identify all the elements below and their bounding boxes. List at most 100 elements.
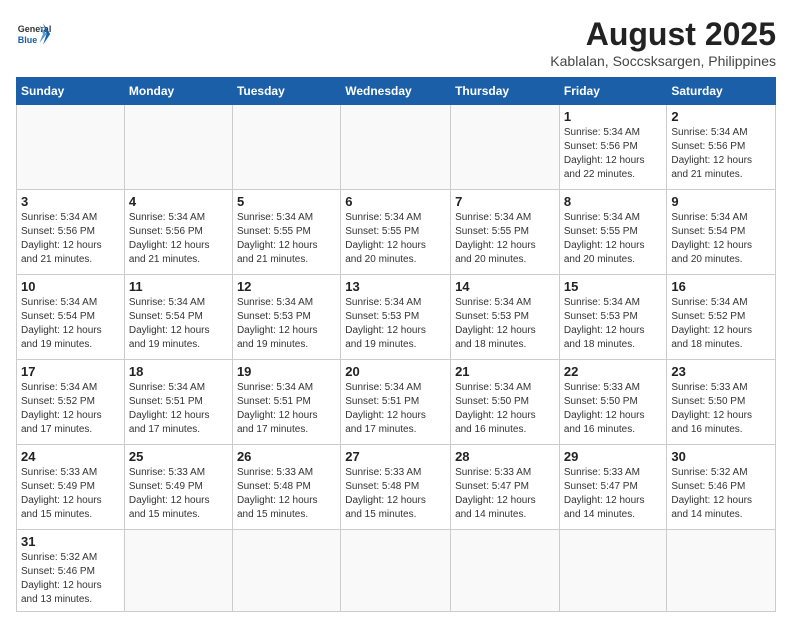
calendar-cell: 1Sunrise: 5:34 AM Sunset: 5:56 PM Daylig… bbox=[559, 105, 667, 190]
day-info: Sunrise: 5:34 AM Sunset: 5:52 PM Dayligh… bbox=[671, 296, 771, 352]
day-number: 24 bbox=[21, 449, 120, 464]
day-info: Sunrise: 5:34 AM Sunset: 5:55 PM Dayligh… bbox=[345, 211, 446, 267]
calendar-cell: 11 Sunrise: 5:34 AM Sunset: 5:54 PM Dayli… bbox=[124, 275, 232, 360]
day-info: Sunrise: 5:32 AM Sunset: 5:46 PM Dayligh… bbox=[671, 466, 771, 522]
calendar-cell: 3Sunrise: 5:34 AM Sunset: 5:56 PM Daylig… bbox=[17, 190, 125, 275]
day-info: Sunrise: 5:33 AM Sunset: 5:47 PM Dayligh… bbox=[564, 466, 663, 522]
svg-text:Blue: Blue bbox=[18, 35, 38, 45]
day-number: 21 bbox=[455, 364, 555, 379]
calendar-cell: 23Sunrise: 5:33 AM Sunset: 5:50 PM Dayli… bbox=[667, 360, 776, 445]
calendar-cell: 19 Sunrise: 5:34 AM Sunset: 5:51 PM Dayli… bbox=[232, 360, 340, 445]
day-number: 25 bbox=[129, 449, 228, 464]
day-info: Sunrise: 5:34 AM Sunset: 5:53 PM Dayligh… bbox=[345, 296, 446, 352]
day-number: 4 bbox=[129, 194, 228, 209]
calendar-cell: 9Sunrise: 5:34 AM Sunset: 5:54 PM Daylig… bbox=[667, 190, 776, 275]
calendar-cell: 15 Sunrise: 5:34 AM Sunset: 5:53 PM Dayli… bbox=[559, 275, 667, 360]
day-number: 6 bbox=[345, 194, 446, 209]
day-info: Sunrise: 5:34 AM Sunset: 5:53 PM Dayligh… bbox=[564, 296, 663, 352]
weekday-header-thursday: Thursday bbox=[451, 78, 560, 105]
calendar-cell bbox=[232, 105, 340, 190]
day-number: 16 bbox=[671, 279, 771, 294]
day-number: 31 bbox=[21, 534, 120, 549]
calendar-cell: 16 Sunrise: 5:34 AM Sunset: 5:52 PM Dayli… bbox=[667, 275, 776, 360]
day-info: Sunrise: 5:33 AM Sunset: 5:48 PM Dayligh… bbox=[345, 466, 446, 522]
day-info: Sunrise: 5:34 AM Sunset: 5:50 PM Dayligh… bbox=[455, 381, 555, 437]
calendar-cell: 2Sunrise: 5:34 AM Sunset: 5:56 PM Daylig… bbox=[667, 105, 776, 190]
day-number: 17 bbox=[21, 364, 120, 379]
day-number: 7 bbox=[455, 194, 555, 209]
week-row-1: 1Sunrise: 5:34 AM Sunset: 5:56 PM Daylig… bbox=[17, 105, 776, 190]
day-number: 30 bbox=[671, 449, 771, 464]
week-row-4: 17Sunrise: 5:34 AM Sunset: 5:52 PM Dayli… bbox=[17, 360, 776, 445]
day-number: 19 bbox=[237, 364, 336, 379]
week-row-6: 31 Sunrise: 5:32 AM Sunset: 5:46 PM Dayli… bbox=[17, 530, 776, 612]
calendar-cell: 20 Sunrise: 5:34 AM Sunset: 5:51 PM Dayli… bbox=[341, 360, 451, 445]
calendar-cell: 14Sunrise: 5:34 AM Sunset: 5:53 PM Dayli… bbox=[451, 275, 560, 360]
day-info: Sunrise: 5:34 AM Sunset: 5:53 PM Dayligh… bbox=[455, 296, 555, 352]
day-info: Sunrise: 5:33 AM Sunset: 5:47 PM Dayligh… bbox=[455, 466, 555, 522]
day-info: Sunrise: 5:34 AM Sunset: 5:55 PM Dayligh… bbox=[564, 211, 663, 267]
day-number: 11 bbox=[129, 279, 228, 294]
day-number: 28 bbox=[455, 449, 555, 464]
day-info: Sunrise: 5:33 AM Sunset: 5:49 PM Dayligh… bbox=[129, 466, 228, 522]
day-number: 26 bbox=[237, 449, 336, 464]
calendar-cell bbox=[341, 530, 451, 612]
day-info: Sunrise: 5:34 AM Sunset: 5:51 PM Dayligh… bbox=[345, 381, 446, 437]
calendar-cell: 17Sunrise: 5:34 AM Sunset: 5:52 PM Dayli… bbox=[17, 360, 125, 445]
location-title: Kablalan, Soccsksargen, Philippines bbox=[550, 53, 776, 69]
weekday-header-wednesday: Wednesday bbox=[341, 78, 451, 105]
weekday-header-sunday: Sunday bbox=[17, 78, 125, 105]
calendar-cell: 27 Sunrise: 5:33 AM Sunset: 5:48 PM Dayli… bbox=[341, 445, 451, 530]
day-info: Sunrise: 5:34 AM Sunset: 5:51 PM Dayligh… bbox=[237, 381, 336, 437]
day-info: Sunrise: 5:32 AM Sunset: 5:46 PM Dayligh… bbox=[21, 551, 120, 607]
calendar-cell bbox=[559, 530, 667, 612]
day-number: 5 bbox=[237, 194, 336, 209]
title-section: August 2025 Kablalan, Soccsksargen, Phil… bbox=[550, 16, 776, 69]
calendar-cell bbox=[17, 105, 125, 190]
calendar-cell bbox=[451, 530, 560, 612]
day-number: 18 bbox=[129, 364, 228, 379]
calendar-cell: 12Sunrise: 5:34 AM Sunset: 5:53 PM Dayli… bbox=[232, 275, 340, 360]
day-info: Sunrise: 5:34 AM Sunset: 5:55 PM Dayligh… bbox=[455, 211, 555, 267]
day-info: Sunrise: 5:33 AM Sunset: 5:50 PM Dayligh… bbox=[564, 381, 663, 437]
calendar-cell: 30 Sunrise: 5:32 AM Sunset: 5:46 PM Dayli… bbox=[667, 445, 776, 530]
day-number: 29 bbox=[564, 449, 663, 464]
day-number: 22 bbox=[564, 364, 663, 379]
day-info: Sunrise: 5:34 AM Sunset: 5:51 PM Dayligh… bbox=[129, 381, 228, 437]
weekday-header-saturday: Saturday bbox=[667, 78, 776, 105]
calendar-cell bbox=[232, 530, 340, 612]
week-row-5: 24 Sunrise: 5:33 AM Sunset: 5:49 PM Dayli… bbox=[17, 445, 776, 530]
weekday-header-friday: Friday bbox=[559, 78, 667, 105]
calendar-cell: 29 Sunrise: 5:33 AM Sunset: 5:47 PM Dayli… bbox=[559, 445, 667, 530]
day-number: 20 bbox=[345, 364, 446, 379]
day-info: Sunrise: 5:34 AM Sunset: 5:54 PM Dayligh… bbox=[671, 211, 771, 267]
logo: General Blue bbox=[16, 16, 52, 52]
calendar-cell: 6 Sunrise: 5:34 AM Sunset: 5:55 PM Daylig… bbox=[341, 190, 451, 275]
weekday-header-row: SundayMondayTuesdayWednesdayThursdayFrid… bbox=[17, 78, 776, 105]
day-info: Sunrise: 5:34 AM Sunset: 5:54 PM Dayligh… bbox=[21, 296, 120, 352]
logo-icon: General Blue bbox=[16, 16, 52, 52]
calendar-cell bbox=[451, 105, 560, 190]
page-header: General Blue August 2025 Kablalan, Soccs… bbox=[16, 16, 776, 69]
day-number: 3 bbox=[21, 194, 120, 209]
day-info: Sunrise: 5:34 AM Sunset: 5:54 PM Dayligh… bbox=[129, 296, 228, 352]
week-row-2: 3Sunrise: 5:34 AM Sunset: 5:56 PM Daylig… bbox=[17, 190, 776, 275]
month-title: August 2025 bbox=[550, 16, 776, 53]
calendar-cell: 25 Sunrise: 5:33 AM Sunset: 5:49 PM Dayli… bbox=[124, 445, 232, 530]
day-number: 27 bbox=[345, 449, 446, 464]
calendar-cell bbox=[667, 530, 776, 612]
day-info: Sunrise: 5:34 AM Sunset: 5:55 PM Dayligh… bbox=[237, 211, 336, 267]
day-number: 2 bbox=[671, 109, 771, 124]
calendar-cell: 7 Sunrise: 5:34 AM Sunset: 5:55 PM Daylig… bbox=[451, 190, 560, 275]
weekday-header-tuesday: Tuesday bbox=[232, 78, 340, 105]
day-info: Sunrise: 5:34 AM Sunset: 5:53 PM Dayligh… bbox=[237, 296, 336, 352]
day-info: Sunrise: 5:34 AM Sunset: 5:56 PM Dayligh… bbox=[564, 126, 663, 182]
calendar-cell: 28 Sunrise: 5:33 AM Sunset: 5:47 PM Dayli… bbox=[451, 445, 560, 530]
day-number: 10 bbox=[21, 279, 120, 294]
calendar-cell: 8Sunrise: 5:34 AM Sunset: 5:55 PM Daylig… bbox=[559, 190, 667, 275]
calendar-cell: 21 Sunrise: 5:34 AM Sunset: 5:50 PM Dayli… bbox=[451, 360, 560, 445]
calendar-cell: 10 Sunrise: 5:34 AM Sunset: 5:54 PM Dayli… bbox=[17, 275, 125, 360]
day-number: 15 bbox=[564, 279, 663, 294]
calendar-cell: 22 Sunrise: 5:33 AM Sunset: 5:50 PM Dayli… bbox=[559, 360, 667, 445]
day-number: 13 bbox=[345, 279, 446, 294]
